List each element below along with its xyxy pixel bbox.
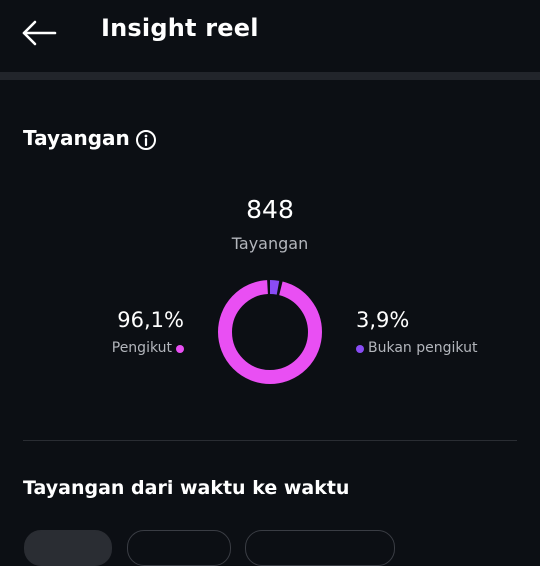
page-title: Insight reel: [101, 14, 259, 42]
header-divider: [0, 72, 540, 80]
time-filter-pill[interactable]: [245, 530, 395, 566]
views-donut-chart: [218, 280, 322, 384]
time-filter-pill[interactable]: [127, 530, 231, 566]
section-divider: [23, 440, 517, 441]
followers-percent: 96,1%: [117, 308, 184, 332]
views-over-time-title: Tayangan dari waktu ke waktu: [23, 477, 350, 499]
donut-segment-followers: [218, 280, 322, 384]
followers-legend-dot: [176, 345, 184, 353]
time-filter-pill[interactable]: [24, 530, 112, 566]
views-section-title: Tayangan: [23, 126, 130, 150]
info-icon[interactable]: [135, 129, 157, 151]
total-views-value: 848: [246, 195, 294, 224]
arrow-left-icon: [22, 20, 57, 46]
non-followers-legend-dot: [356, 345, 364, 353]
non-followers-label: Bukan pengikut: [368, 340, 478, 356]
total-views-label: Tayangan: [231, 234, 309, 253]
top-bar: Insight reel: [0, 0, 540, 72]
back-button[interactable]: [18, 16, 62, 50]
followers-label: Pengikut: [111, 340, 172, 356]
non-followers-percent: 3,9%: [356, 308, 410, 332]
